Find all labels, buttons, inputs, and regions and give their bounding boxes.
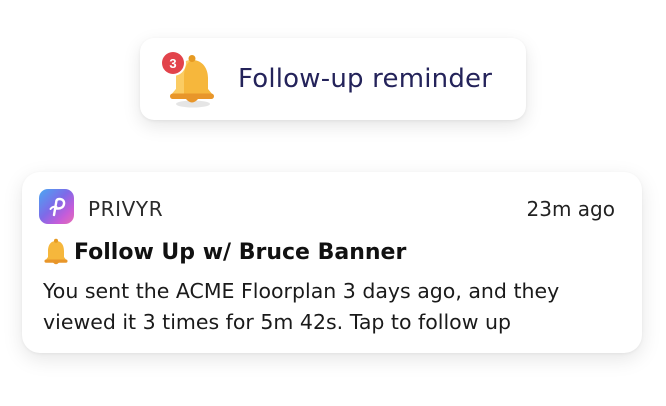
reminder-label: Follow-up reminder (238, 64, 493, 94)
reminder-bell-with-badge: 3 (162, 50, 220, 108)
notification-title-row: Follow Up w/ Bruce Banner (41, 238, 406, 266)
notification-title: Follow Up w/ Bruce Banner (74, 239, 407, 265)
privyr-logo-icon (39, 189, 74, 224)
notification-count-badge: 3 (162, 52, 184, 74)
notification-timestamp: 23m ago (526, 197, 615, 221)
notification-body: You sent the ACME Floorplan 3 days ago, … (43, 279, 560, 334)
notification-stage: 3 Follow-up reminder PRIVYR 23m ago Foll… (0, 0, 666, 406)
bell-icon (44, 238, 68, 265)
push-notification-card[interactable]: PRIVYR 23m ago Follow Up w/ Bruce Banner… (22, 172, 642, 353)
follow-up-reminder-pill[interactable]: 3 Follow-up reminder (140, 38, 526, 120)
app-name: PRIVYR (88, 197, 164, 221)
